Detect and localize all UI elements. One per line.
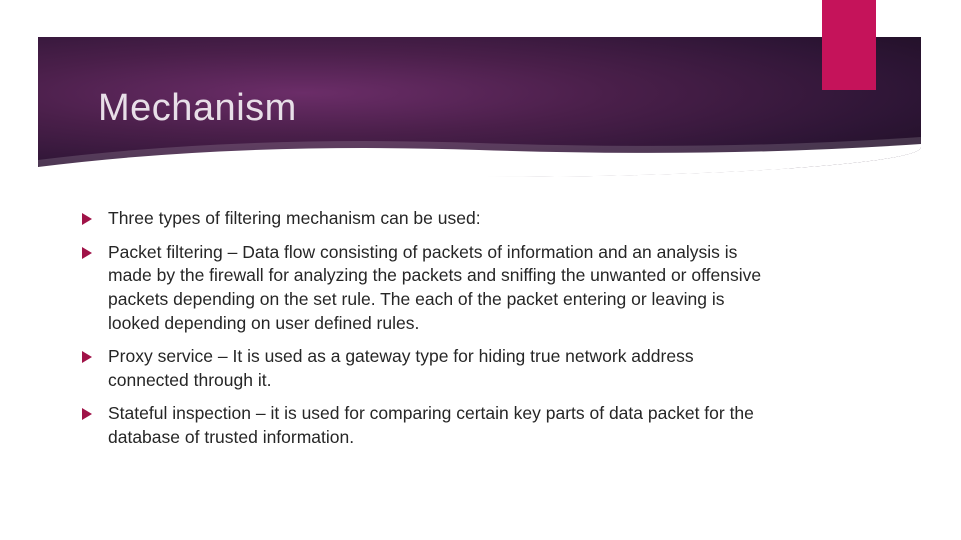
slide-header: Mechanism [38,37,921,177]
slide-title: Mechanism [98,87,297,130]
bullet-item: Packet filtering – Data flow consisting … [108,241,861,336]
accent-tab [822,0,876,90]
bullet-triangle-icon [82,213,92,225]
bullet-item: Stateful inspection – it is used for com… [108,402,861,449]
bullet-triangle-icon [82,247,92,259]
bullet-triangle-icon [82,408,92,420]
slide-content: Three types of filtering mechanism can b… [38,177,921,480]
bullet-item: Proxy service – It is used as a gateway … [108,345,861,392]
bullet-text: Packet filtering – Data flow consisting … [108,241,768,336]
bullet-item: Three types of filtering mechanism can b… [108,207,861,231]
bullet-text: Proxy service – It is used as a gateway … [108,345,768,392]
bullet-triangle-icon [82,351,92,363]
bullet-text: Three types of filtering mechanism can b… [108,207,481,231]
slide: Mechanism Three types of filtering mecha… [38,37,921,540]
bullet-text: Stateful inspection – it is used for com… [108,402,768,449]
header-curve [38,132,921,177]
